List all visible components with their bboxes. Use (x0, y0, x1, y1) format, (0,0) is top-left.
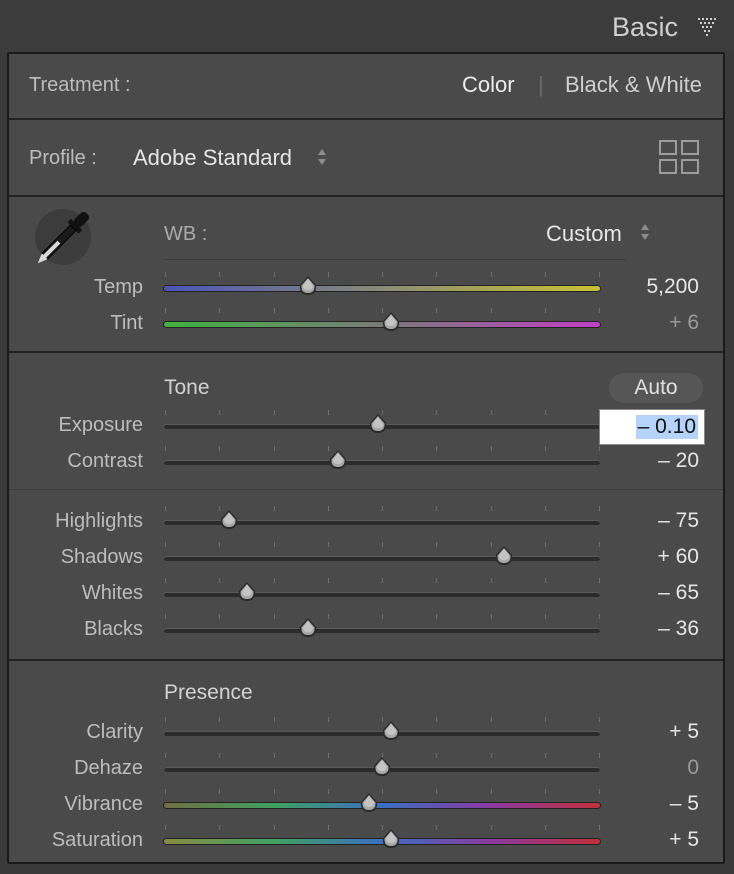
white-balance-section: WB : Custom Temp 5,200 Tint + 6 (9, 197, 723, 353)
blacks-slider-track[interactable] (164, 628, 600, 633)
tint-label: Tint (110, 312, 143, 334)
highlights-value[interactable]: – 75 (658, 509, 699, 533)
treatment-label: Treatment : (29, 74, 131, 96)
tint-value[interactable]: + 6 (669, 311, 699, 335)
exposure-value-input[interactable]: – 0.10 (599, 409, 705, 445)
profile-grid-icon[interactable] (659, 140, 699, 174)
vibrance-ticks (164, 789, 600, 795)
slider-row-shadows: Shadows + 60 (9, 542, 723, 580)
profile-value: Adobe Standard (133, 145, 293, 170)
wb-dropdown[interactable]: Custom (546, 219, 656, 247)
contrast-label: Contrast (67, 450, 143, 472)
profile-label: Profile : (29, 147, 97, 169)
wb-value: Custom (546, 221, 622, 246)
contrast-value[interactable]: – 20 (658, 449, 699, 473)
shadows-value[interactable]: + 60 (658, 545, 699, 569)
slider-row-saturation: Saturation + 5 (9, 825, 723, 863)
whites-label: Whites (81, 582, 143, 604)
slider-thumb-icon[interactable] (381, 311, 401, 333)
tone-title: Tone (164, 376, 210, 399)
profile-section: Profile : Adobe Standard (9, 120, 723, 197)
wb-underline (164, 259, 626, 260)
slider-row-blacks: Blacks – 36 (9, 614, 723, 652)
slider-thumb-icon[interactable] (368, 413, 388, 435)
eyedropper-icon[interactable] (27, 207, 95, 273)
temp-label: Temp (94, 276, 143, 298)
presence-section: Presence Clarity + 5 Dehaze 0 Vibrance – 5 Sat… (9, 661, 723, 862)
dropdown-triangle-icon[interactable] (698, 18, 718, 36)
slider-thumb-icon[interactable] (372, 756, 392, 778)
slider-thumb-icon[interactable] (359, 792, 379, 814)
clarity-value[interactable]: + 5 (669, 720, 699, 744)
clarity-label: Clarity (86, 721, 143, 743)
treatment-bw-option[interactable]: Black & White (565, 72, 702, 98)
slider-row-exposure: Exposure – 0.10 (9, 409, 723, 448)
slider-row-vibrance: Vibrance – 5 (9, 789, 723, 827)
whites-value[interactable]: – 65 (658, 581, 699, 605)
saturation-value[interactable]: + 5 (669, 828, 699, 852)
slider-row-temp: Temp 5,200 (9, 272, 723, 310)
slider-thumb-icon[interactable] (219, 509, 239, 531)
shadows-ticks (164, 542, 600, 548)
shadows-label: Shadows (60, 546, 143, 568)
wb-label: WB : (164, 223, 208, 245)
slider-thumb-icon[interactable] (328, 449, 348, 471)
updown-arrows-icon (318, 149, 326, 165)
blacks-value[interactable]: – 36 (658, 617, 699, 641)
slider-row-highlights: Highlights – 75 (9, 506, 723, 544)
panel-header[interactable]: Basic (0, 0, 734, 52)
tone-divider (9, 489, 723, 490)
treatment-section: Treatment : Color | Black & White (9, 54, 723, 120)
vibrance-label: Vibrance (64, 793, 143, 815)
dehaze-label: Dehaze (74, 757, 143, 779)
shadows-slider-track[interactable] (164, 556, 600, 561)
exposure-value-selection: – 0.10 (635, 415, 698, 439)
exposure-label: Exposure (58, 414, 144, 436)
highlights-label: Highlights (55, 510, 143, 532)
treatment-color-option[interactable]: Color (462, 72, 515, 98)
temp-ticks (164, 272, 600, 278)
slider-row-contrast: Contrast – 20 (9, 446, 723, 484)
presence-title: Presence (164, 681, 253, 704)
auto-tone-button[interactable]: Auto (609, 373, 703, 403)
slider-thumb-icon[interactable] (381, 720, 401, 742)
slider-thumb-icon[interactable] (298, 617, 318, 639)
slider-thumb-icon[interactable] (298, 275, 318, 297)
slider-thumb-icon[interactable] (381, 828, 401, 850)
slider-row-dehaze: Dehaze 0 (9, 753, 723, 791)
dehaze-value[interactable]: 0 (687, 756, 699, 780)
temp-value[interactable]: 5,200 (646, 275, 699, 299)
treatment-separator: | (538, 72, 544, 97)
slider-thumb-icon[interactable] (494, 545, 514, 567)
basic-panel: Treatment : Color | Black & White Profil… (7, 52, 725, 864)
panel-title: Basic (611, 12, 678, 42)
slider-row-whites: Whites – 65 (9, 578, 723, 616)
contrast-ticks (164, 446, 600, 452)
vibrance-slider-track[interactable] (164, 803, 600, 808)
slider-thumb-icon[interactable] (237, 581, 257, 603)
blacks-ticks (164, 614, 600, 620)
updown-arrows-icon (641, 224, 649, 240)
contrast-slider-track[interactable] (164, 460, 600, 465)
whites-ticks (164, 578, 600, 584)
whites-slider-track[interactable] (164, 592, 600, 597)
blacks-label: Blacks (84, 618, 143, 640)
tone-section: Tone Auto Exposure – 0.10 Contrast – 20 High… (9, 353, 723, 661)
vibrance-value[interactable]: – 5 (670, 792, 699, 816)
temp-slider-track[interactable] (164, 286, 600, 291)
slider-row-tint: Tint + 6 (9, 308, 723, 346)
slider-row-clarity: Clarity + 5 (9, 717, 723, 755)
saturation-label: Saturation (51, 829, 143, 851)
